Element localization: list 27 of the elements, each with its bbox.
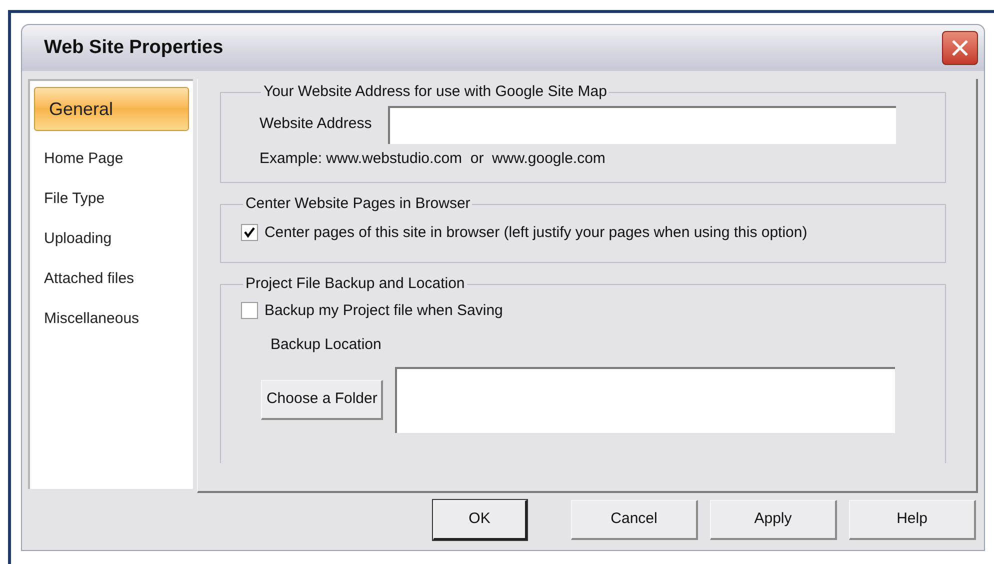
choose-folder-button[interactable]: Choose a Folder: [261, 380, 384, 420]
sidebar-item[interactable]: Miscellaneous: [30, 299, 194, 339]
dialog-button[interactable]: Apply: [710, 500, 837, 540]
sidebar-item[interactable]: Home Page: [30, 139, 194, 179]
checkmark-icon: [244, 227, 256, 238]
backup-location-field[interactable]: [395, 366, 896, 432]
dialog-button[interactable]: Help: [849, 500, 976, 540]
group-legend: Center Website Pages in Browser: [243, 193, 472, 216]
sidebar-item[interactable]: File Type: [30, 179, 194, 219]
checkbox[interactable]: [241, 224, 258, 242]
sidebar-item[interactable]: Attached files: [30, 259, 194, 299]
website-address-field[interactable]: [388, 106, 896, 144]
group-legend: Your Website Address for use with Google Site Map: [261, 81, 609, 104]
dialog-button[interactable]: OK: [433, 500, 527, 540]
checkbox-label: Center pages of this site in browser (left justify your pages when using this option): [264, 222, 808, 242]
example-text: Example: www.webstudio.com or www.google.com: [259, 148, 606, 168]
close-icon: [951, 39, 969, 57]
field-label: Website Address: [259, 114, 372, 134]
sidebar-item[interactable]: Uploading: [30, 219, 194, 259]
checkbox-label: Backup my Project file when Saving: [264, 300, 503, 320]
backup-location-label: Backup Location: [270, 335, 382, 355]
group-legend: Project File Backup and Location: [243, 273, 467, 296]
sidebar-item[interactable]: General: [34, 87, 190, 131]
checkbox[interactable]: [241, 302, 258, 320]
dialog-button[interactable]: Cancel: [571, 500, 698, 540]
window-title: Web Site Properties: [44, 36, 224, 60]
close-button[interactable]: [942, 31, 978, 65]
